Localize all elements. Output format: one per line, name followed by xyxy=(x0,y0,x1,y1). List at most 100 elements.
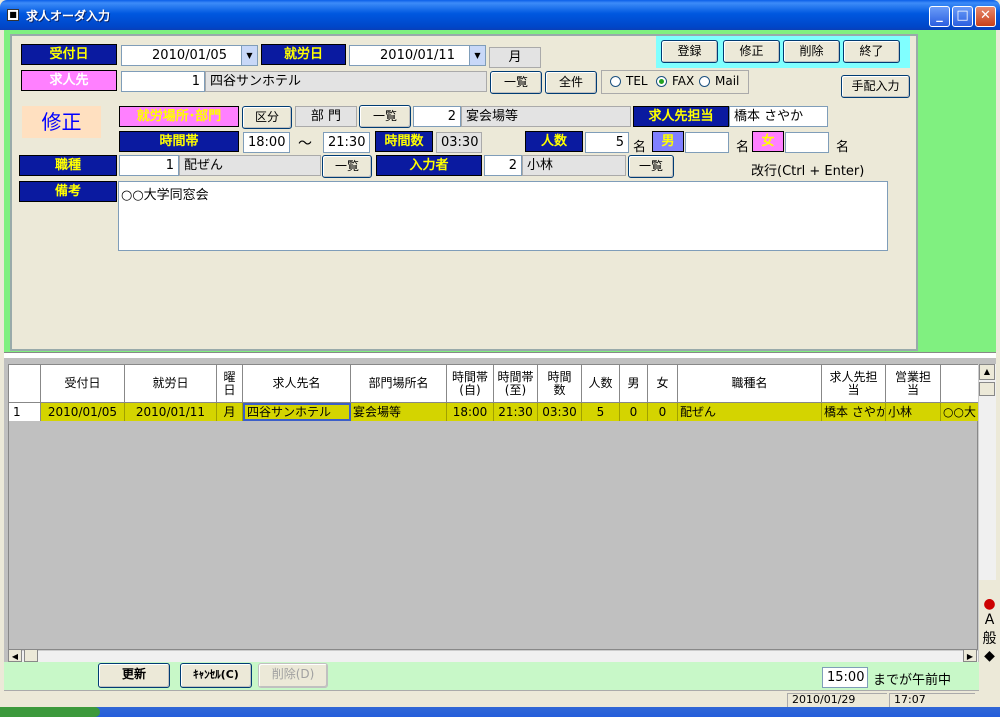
taskbar xyxy=(0,707,1000,717)
minimize-button[interactable]: _ xyxy=(929,6,950,27)
scroll-hthumb[interactable] xyxy=(24,649,38,662)
status-time: 17:07 xyxy=(889,693,975,707)
col-ninzu[interactable]: 人数 xyxy=(582,365,620,403)
scroll-up-icon[interactable]: ▲ xyxy=(979,364,995,380)
otoko-field[interactable] xyxy=(685,132,729,153)
bikou-textarea[interactable]: ○○大学同窓会 xyxy=(118,181,888,251)
onna-field[interactable] xyxy=(785,132,829,153)
cell-youbi[interactable]: 月 xyxy=(217,403,243,421)
row-number[interactable]: 1 xyxy=(9,403,41,421)
col-uketsuke[interactable]: 受付日 xyxy=(41,365,125,403)
app-icon: ■ xyxy=(7,9,19,21)
maximize-button[interactable]: □ xyxy=(952,6,973,27)
jikansu-field: 03:30 xyxy=(436,132,482,153)
shokushu-label: 職種 xyxy=(19,155,117,176)
cell-bikou[interactable]: ○○大 xyxy=(941,403,979,421)
window-title: 求人オーダ入力 xyxy=(26,9,111,23)
tilde-label: ～ xyxy=(298,136,312,152)
cell-onna[interactable]: 0 xyxy=(648,403,678,421)
radio-fax-label: FAX xyxy=(672,74,695,88)
delete-row-button[interactable]: 削除(D) xyxy=(258,663,328,688)
bumon-ichiran-button[interactable]: 一覧 xyxy=(359,105,411,128)
bumon-code-field[interactable]: 2 xyxy=(413,106,461,127)
col-time-to[interactable]: 時間帯 (至) xyxy=(494,365,538,403)
col-otoko[interactable]: 男 xyxy=(620,365,648,403)
scroll-thumb[interactable] xyxy=(979,382,995,396)
ime-mode-icon[interactable]: A xyxy=(979,612,1000,628)
tehai-button[interactable]: 手配入力 xyxy=(841,75,910,98)
cell-uketsuke[interactable]: 2010/01/05 xyxy=(41,403,125,421)
shuuryou-button[interactable]: 終了 xyxy=(843,40,900,63)
mei-label-1: 名 xyxy=(633,140,647,155)
mei-label-3: 名 xyxy=(836,140,850,155)
radio-tel-label: TEL xyxy=(626,74,648,88)
cell-eigyo[interactable]: 小林 xyxy=(886,403,941,421)
kaigyo-hint: 改行(Ctrl + Enter) xyxy=(751,164,865,179)
radio-tel[interactable] xyxy=(610,76,621,87)
cell-bumon[interactable]: 宴会場等 xyxy=(351,403,447,421)
radio-mail-label: Mail xyxy=(715,74,740,88)
col-bumon[interactable]: 部門場所名 xyxy=(351,365,447,403)
col-onna[interactable]: 女 xyxy=(648,365,678,403)
shuusei-button[interactable]: 修正 xyxy=(723,40,780,63)
col-time-from[interactable]: 時間帯 (自) xyxy=(447,365,494,403)
nyuryoku-ichiran-button[interactable]: 一覧 xyxy=(628,155,674,178)
col-eigyo[interactable]: 営業担 当 xyxy=(886,365,941,403)
zenken-button[interactable]: 全件 xyxy=(545,71,597,94)
uketsuke-date-field[interactable]: 2010/01/05 ▼ xyxy=(121,45,258,66)
cell-shuuro[interactable]: 2010/01/11 xyxy=(125,403,217,421)
mei-label-2: 名 xyxy=(736,140,750,155)
start-button[interactable] xyxy=(0,707,100,717)
cell-otoko[interactable]: 0 xyxy=(620,403,648,421)
weekday-field: 月 xyxy=(489,47,541,68)
chevron-down-icon[interactable]: ▼ xyxy=(469,46,485,65)
kyujinsaki-ichiran-button[interactable]: 一覧 xyxy=(490,71,542,94)
cancel-button[interactable]: ｷｬﾝｾﾙ(C) xyxy=(180,663,252,688)
shokushu-code-field[interactable]: 1 xyxy=(119,155,179,176)
cell-time-from[interactable]: 18:00 xyxy=(447,403,494,421)
horizontal-scrollbar[interactable]: ◀ ▶ xyxy=(8,649,978,662)
radio-mail[interactable] xyxy=(699,76,710,87)
chevron-down-icon[interactable]: ▼ xyxy=(241,46,257,65)
col-jikan[interactable]: 時間 数 xyxy=(538,365,582,403)
cell-ninzu[interactable]: 5 xyxy=(582,403,620,421)
cell-shokushu[interactable]: 配ぜん xyxy=(678,403,822,421)
shuuro-date-field[interactable]: 2010/01/11 ▼ xyxy=(349,45,486,66)
col-bikou[interactable] xyxy=(941,365,979,403)
scroll-right-icon[interactable]: ▶ xyxy=(963,649,977,662)
cell-kyujinsaki[interactable]: 四谷サンホテル xyxy=(243,403,351,421)
ime-toolbar[interactable]: ● A 般 ◆ xyxy=(979,580,1000,707)
shokushu-ichiran-button[interactable]: 一覧 xyxy=(322,155,372,178)
tantou-field[interactable]: 橋本 さやか xyxy=(729,106,828,127)
close-button[interactable]: ✕ xyxy=(975,6,996,27)
status-date: 2010/01/29 xyxy=(787,693,887,707)
col-shuuro[interactable]: 就労日 xyxy=(125,365,217,403)
col-kyujinsaki[interactable]: 求人先名 xyxy=(243,365,351,403)
time-to-field[interactable]: 21:30 xyxy=(323,132,370,153)
col-youbi[interactable]: 曜 日 xyxy=(217,365,243,403)
scroll-left-icon[interactable]: ◀ xyxy=(8,649,22,662)
col-tantou[interactable]: 求人先担 当 xyxy=(822,365,886,403)
sakujo-button[interactable]: 削除 xyxy=(783,40,840,63)
splitter[interactable] xyxy=(4,352,996,358)
time-from-field[interactable]: 18:00 xyxy=(243,132,290,153)
ime-red-icon[interactable]: ● xyxy=(979,596,1000,612)
ime-pad-icon[interactable]: ◆ xyxy=(979,648,1000,664)
title-bar: ■ 求人オーダ入力 _ □ ✕ xyxy=(0,0,1000,30)
cell-tantou[interactable]: 橋本 さやか xyxy=(822,403,886,421)
touroku-button[interactable]: 登録 xyxy=(661,40,718,63)
koushin-button[interactable]: 更新 xyxy=(98,663,170,688)
radio-fax[interactable] xyxy=(656,76,667,87)
tantou-label: 求人先担当 xyxy=(633,106,729,127)
cell-jikan[interactable]: 03:30 xyxy=(538,403,582,421)
kubun-button[interactable]: 区分 xyxy=(242,106,292,129)
ime-kana-icon[interactable]: 般 xyxy=(979,628,1000,648)
ninzu-field[interactable]: 5 xyxy=(585,132,629,153)
col-shokushu[interactable]: 職種名 xyxy=(678,365,822,403)
nyuryoku-code-field[interactable]: 2 xyxy=(484,155,522,176)
status-bar: 2010/01/29 17:07 xyxy=(4,690,979,707)
ampm-time-field[interactable]: 15:00 xyxy=(822,667,868,688)
kyujinsaki-code-field[interactable]: 1 xyxy=(121,71,205,92)
bumon-label: 部 門 xyxy=(295,106,357,127)
cell-time-to[interactable]: 21:30 xyxy=(494,403,538,421)
